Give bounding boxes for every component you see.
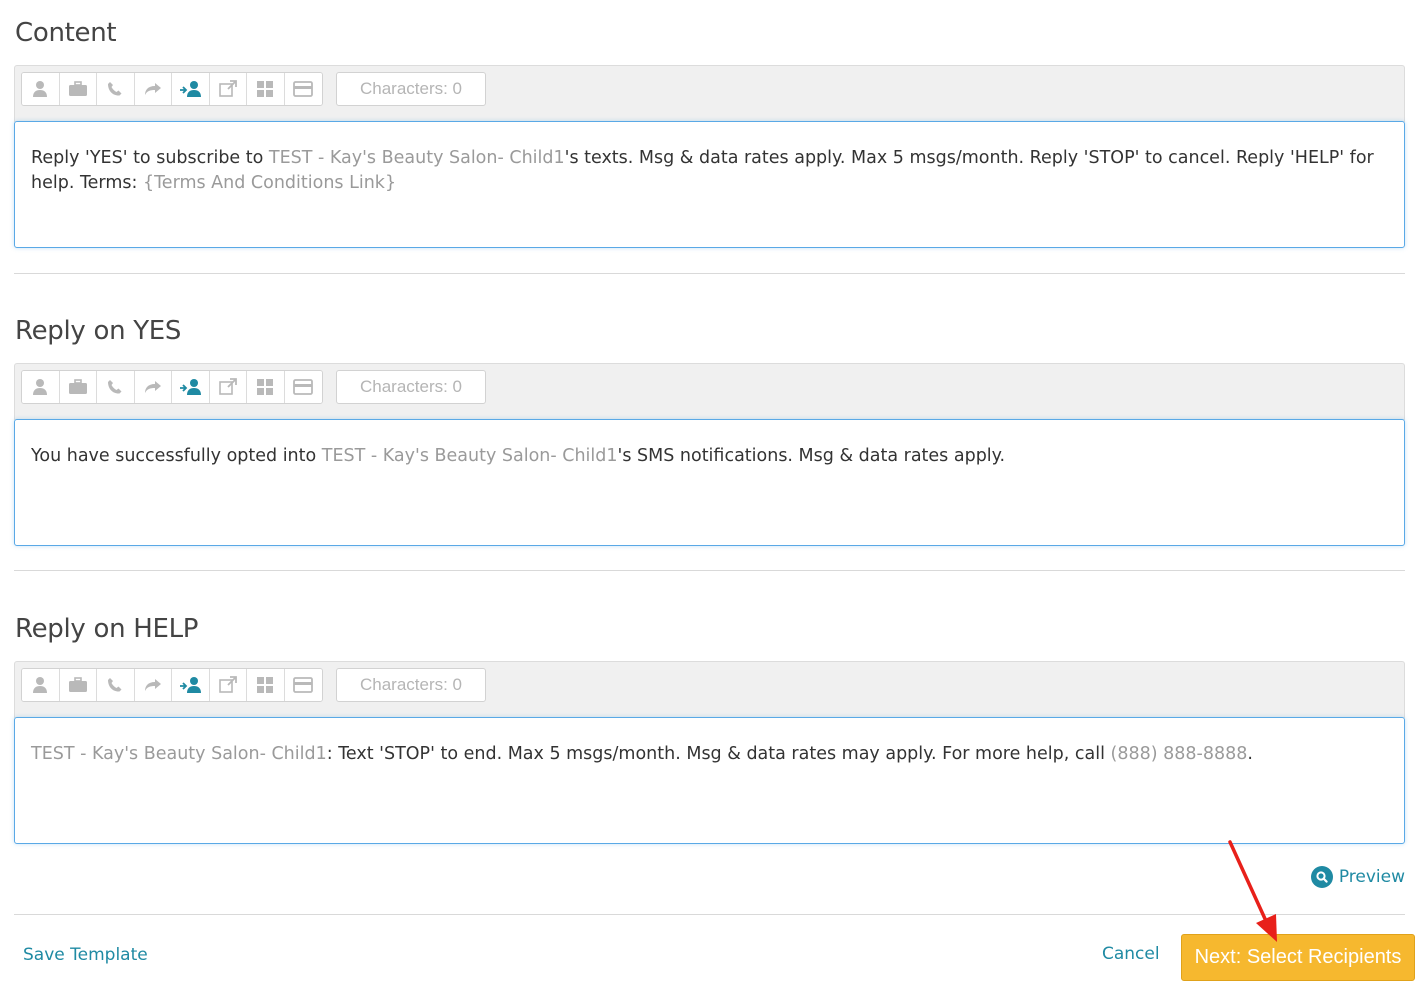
content-message-editor[interactable]: Reply 'YES' to subscribe to TEST - Kay's… — [14, 121, 1405, 248]
card-icon[interactable] — [284, 73, 322, 105]
phone-icon[interactable] — [97, 371, 135, 403]
character-count: Characters: 0 — [336, 72, 486, 106]
reply-help-message-editor[interactable]: TEST - Kay's Beauty Salon- Child1: Text … — [14, 717, 1405, 844]
footer-divider — [14, 914, 1405, 915]
forward-icon[interactable] — [134, 371, 172, 403]
business-name-placeholder: TEST - Kay's Beauty Salon- Child1 — [321, 446, 618, 466]
toolbar-button-group — [21, 72, 323, 106]
section-divider — [14, 570, 1405, 571]
message-text: You have successfully opted into — [31, 446, 322, 466]
grid-icon[interactable] — [247, 371, 285, 403]
grid-icon[interactable] — [247, 73, 285, 105]
external-link-icon[interactable] — [209, 371, 247, 403]
section-title-reply-yes: Reply on YES — [15, 316, 182, 346]
section-title-content: Content — [15, 18, 117, 48]
contact-name-icon[interactable] — [22, 371, 60, 403]
toolbar-button-group — [21, 668, 323, 702]
cancel-link[interactable]: Cancel — [1102, 944, 1160, 964]
contact-name-icon[interactable] — [22, 73, 60, 105]
business-icon[interactable] — [59, 73, 97, 105]
terms-link-placeholder: {Terms And Conditions Link} — [142, 173, 397, 193]
card-icon[interactable] — [284, 669, 322, 701]
grid-icon[interactable] — [247, 669, 285, 701]
message-text: 's SMS notifications. Msg & data rates a… — [617, 446, 1006, 466]
message-text: . — [1247, 744, 1253, 764]
external-link-icon[interactable] — [209, 669, 247, 701]
business-name-placeholder: TEST - Kay's Beauty Salon- Child1 — [31, 744, 327, 764]
preview-label: Preview — [1338, 867, 1405, 887]
forward-icon[interactable] — [134, 73, 172, 105]
phone-number-placeholder: (888) 888-8888 — [1110, 744, 1248, 764]
reply-yes-message-editor[interactable]: You have successfully opted into TEST - … — [14, 419, 1405, 546]
reply-help-toolbar: Characters: 0 — [14, 661, 1405, 718]
save-template-link[interactable]: Save Template — [23, 945, 148, 965]
external-link-icon[interactable] — [209, 73, 247, 105]
phone-icon[interactable] — [97, 669, 135, 701]
business-name-placeholder: TEST - Kay's Beauty Salon- Child1 — [268, 148, 565, 168]
message-text: : Text 'STOP' to end. Max 5 msgs/month. … — [326, 744, 1111, 764]
contact-name-icon[interactable] — [22, 669, 60, 701]
forward-icon[interactable] — [134, 669, 172, 701]
next-select-recipients-button[interactable]: Next: Select Recipients — [1181, 934, 1415, 981]
content-toolbar: Characters: 0 — [14, 65, 1405, 122]
business-icon[interactable] — [59, 371, 97, 403]
character-count: Characters: 0 — [336, 668, 486, 702]
character-count: Characters: 0 — [336, 370, 486, 404]
section-title-reply-help: Reply on HELP — [15, 614, 199, 644]
assign-contact-icon[interactable] — [172, 669, 210, 701]
preview-link[interactable]: Preview — [1310, 866, 1405, 888]
toolbar-button-group — [21, 370, 323, 404]
assign-contact-icon[interactable] — [172, 73, 210, 105]
phone-icon[interactable] — [97, 73, 135, 105]
assign-contact-icon[interactable] — [172, 371, 210, 403]
message-text: Reply 'YES' to subscribe to — [31, 148, 269, 168]
reply-yes-toolbar: Characters: 0 — [14, 363, 1405, 420]
section-divider — [14, 273, 1405, 274]
search-icon — [1310, 866, 1333, 888]
business-icon[interactable] — [59, 669, 97, 701]
card-icon[interactable] — [284, 371, 322, 403]
